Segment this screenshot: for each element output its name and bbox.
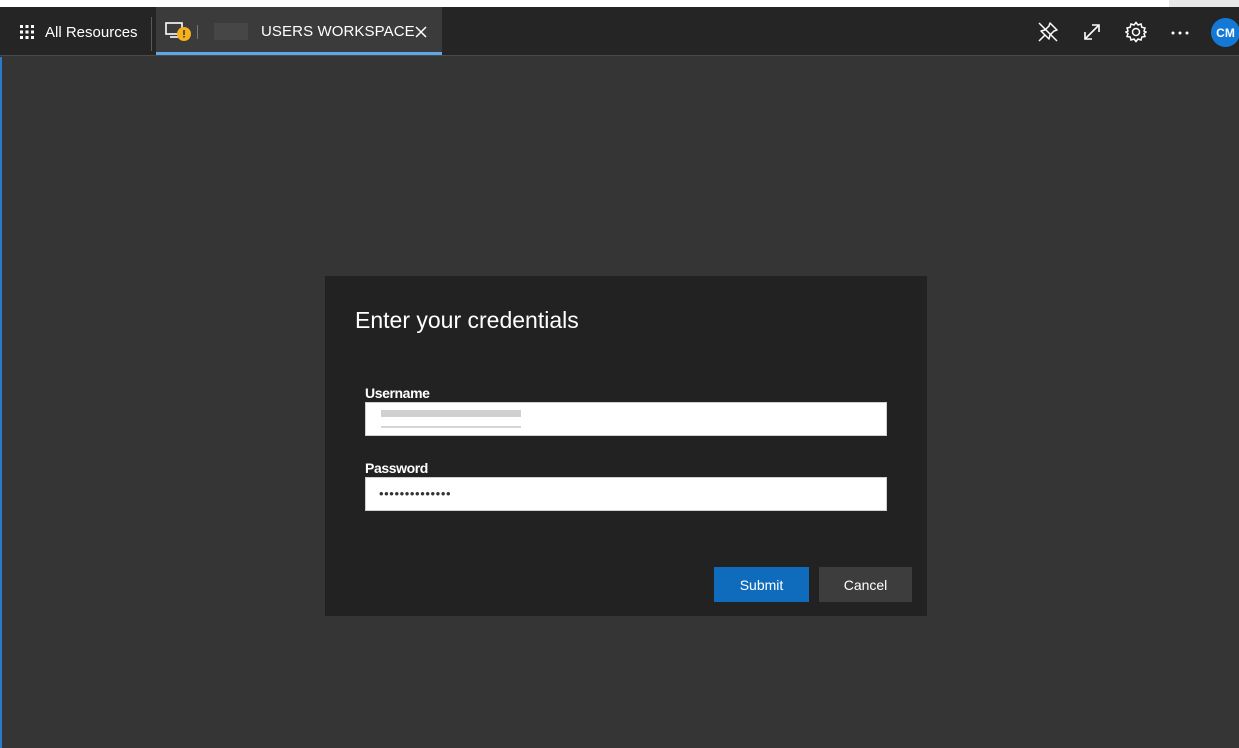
app-grid-icon	[20, 25, 34, 39]
all-resources-button[interactable]: All Resources	[10, 15, 148, 49]
topbar-divider	[151, 17, 152, 51]
redacted-username	[381, 410, 521, 417]
tab-users-workspace[interactable]: USERS WORKSPACE	[156, 7, 442, 55]
cancel-button[interactable]: Cancel	[819, 567, 912, 602]
window-top-strip	[0, 0, 1239, 7]
remote-desktop-warning-icon	[165, 21, 193, 48]
username-label: Username	[365, 385, 430, 401]
avatar[interactable]: CM	[1211, 18, 1239, 47]
username-field[interactable]	[365, 402, 887, 436]
close-icon[interactable]	[413, 24, 429, 40]
all-resources-label: All Resources	[45, 23, 138, 41]
redacted-username-underline	[381, 426, 521, 428]
window-left-border	[0, 57, 2, 748]
password-label: Password	[365, 460, 428, 476]
unpin-icon[interactable]	[1035, 19, 1061, 45]
password-masked-value: ••••••••••••••	[379, 486, 452, 501]
settings-icon[interactable]	[1123, 19, 1149, 45]
submit-button[interactable]: Submit	[714, 567, 809, 602]
tab-separator	[197, 25, 198, 39]
top-bar: All Resources USERS WORKSPACE CM	[0, 7, 1239, 56]
redacted-text	[214, 23, 248, 40]
window-top-strip-right	[1169, 0, 1239, 7]
active-tab-indicator	[156, 52, 442, 55]
dialog-title: Enter your credentials	[355, 307, 579, 333]
fullscreen-icon[interactable]	[1079, 19, 1105, 45]
tab-title: USERS WORKSPACE	[261, 23, 415, 40]
more-icon[interactable]	[1167, 19, 1193, 45]
credentials-dialog: Enter your credentials Username Password…	[325, 276, 927, 616]
